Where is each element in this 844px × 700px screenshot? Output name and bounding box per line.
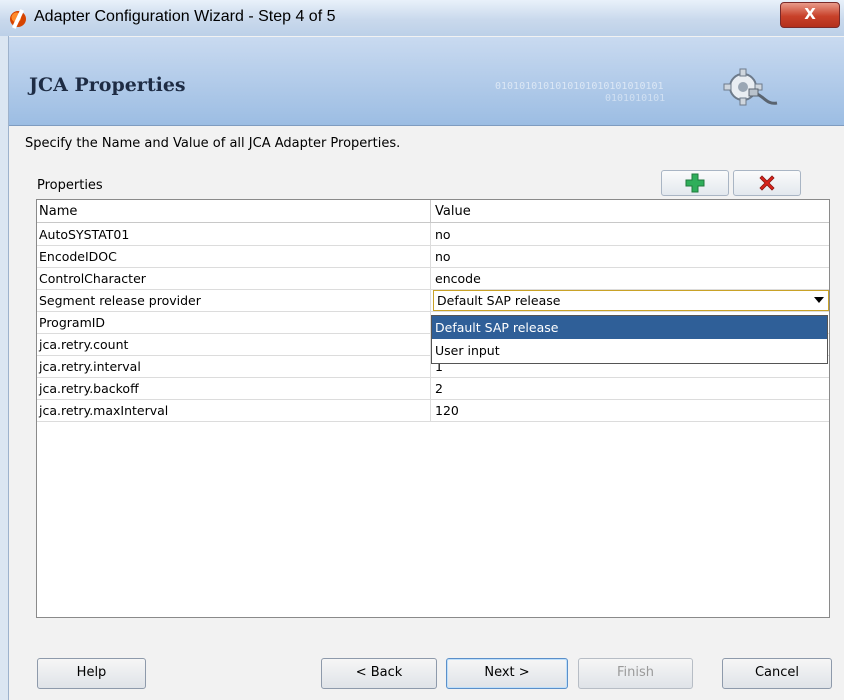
- property-value[interactable]: 2: [435, 381, 443, 396]
- oracle-app-icon: [10, 11, 26, 27]
- property-value[interactable]: encode: [435, 271, 481, 286]
- title-bar[interactable]: Adapter Configuration Wizard - Step 4 of…: [0, 0, 844, 36]
- header-binary-decoration-2: 0101010101: [605, 93, 666, 104]
- property-name: jca.retry.backoff: [39, 381, 139, 396]
- wizard-window: Adapter Configuration Wizard - Step 4 of…: [0, 0, 844, 700]
- property-value[interactable]: no: [435, 249, 451, 264]
- properties-label: Properties: [37, 178, 103, 193]
- instruction-text: Specify the Name and Value of all JCA Ad…: [25, 136, 401, 151]
- property-name: EncodeIDOC: [39, 249, 117, 264]
- plus-icon: [685, 173, 705, 193]
- help-button[interactable]: Help: [37, 658, 146, 689]
- close-button[interactable]: X: [780, 2, 840, 28]
- properties-table: Name Value AutoSYSTAT01 no EncodeIDOC no…: [36, 199, 830, 618]
- table-row[interactable]: jca.retry.maxInterval 120: [37, 399, 829, 422]
- window-title: Adapter Configuration Wizard - Step 4 of…: [34, 8, 336, 25]
- select-value: Default SAP release: [437, 293, 561, 308]
- back-button[interactable]: < Back: [321, 658, 437, 689]
- chevron-down-icon[interactable]: [814, 297, 824, 303]
- property-name: jca.retry.count: [39, 337, 129, 352]
- dropdown-option-user-input[interactable]: User input: [432, 339, 827, 362]
- finish-button[interactable]: Finish: [578, 658, 693, 689]
- property-value[interactable]: no: [435, 227, 451, 242]
- x-icon: [759, 175, 775, 191]
- dropdown-option-default-sap-release[interactable]: Default SAP release: [432, 316, 827, 339]
- property-name: jca.retry.interval: [39, 359, 141, 374]
- page-title: JCA Properties: [29, 74, 186, 96]
- wizard-header: JCA Properties 0101010101010101010101010…: [9, 37, 844, 126]
- column-header-value[interactable]: Value: [435, 204, 471, 219]
- table-row[interactable]: AutoSYSTAT01 no: [37, 223, 829, 246]
- table-row[interactable]: EncodeIDOC no: [37, 245, 829, 268]
- gear-plug-icon: [723, 68, 778, 106]
- column-header-name[interactable]: Name: [39, 204, 77, 219]
- header-binary-decoration: 0101010101010101010101010101: [495, 81, 664, 92]
- property-value[interactable]: 120: [435, 403, 459, 418]
- segment-release-select[interactable]: Default SAP release: [433, 290, 829, 311]
- property-name: Segment release provider: [39, 293, 201, 308]
- property-name: ProgramID: [39, 315, 106, 330]
- cancel-button[interactable]: Cancel: [722, 658, 832, 689]
- next-button[interactable]: Next >: [446, 658, 568, 689]
- add-property-button[interactable]: [661, 170, 729, 196]
- property-name: ControlCharacter: [39, 271, 146, 286]
- property-name: jca.retry.maxInterval: [39, 403, 169, 418]
- property-name: AutoSYSTAT01: [39, 227, 130, 242]
- table-row[interactable]: ControlCharacter encode: [37, 267, 829, 290]
- remove-property-button[interactable]: [733, 170, 801, 196]
- segment-release-dropdown-list: Default SAP release User input: [431, 315, 828, 364]
- table-row[interactable]: jca.retry.backoff 2: [37, 377, 829, 400]
- table-row[interactable]: Segment release provider Default SAP rel…: [37, 289, 829, 312]
- table-header: Name Value: [37, 200, 829, 223]
